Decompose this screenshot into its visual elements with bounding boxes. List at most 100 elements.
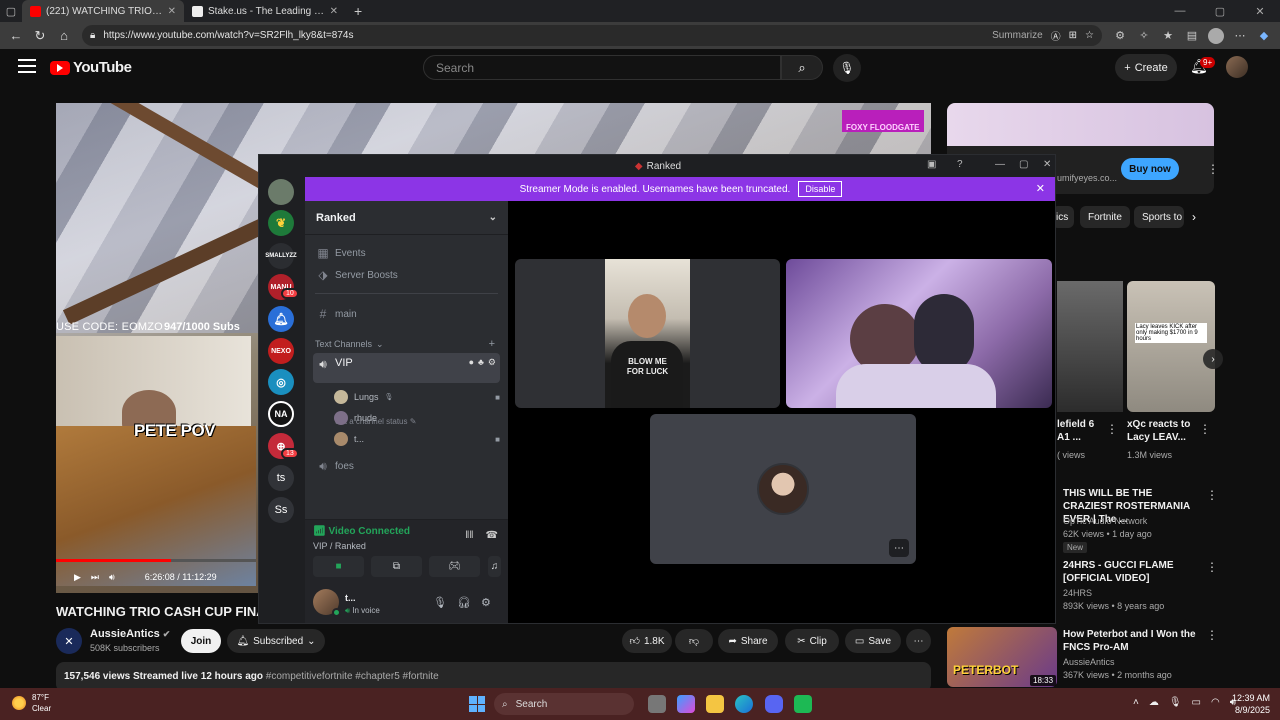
read-aloud-icon[interactable]: Ⓐ [1051,28,1061,43]
guild-header[interactable]: Ranked ⌄ [305,201,508,235]
play-icon[interactable]: ▶ [74,572,81,583]
tile-more-icon[interactable]: ⋯ [889,539,909,557]
cloud-icon[interactable]: ☁ [1149,697,1159,708]
url-field[interactable]: 🔒︎ https://www.youtube.com/watch?v=SR2Fl… [82,25,1102,46]
video-progress-bar[interactable] [56,559,256,562]
save-button[interactable]: ▭ Save [845,629,901,653]
voice-member[interactable]: t... ■ [334,430,500,448]
ad-banner-image[interactable] [947,103,1214,146]
file-explorer-icon[interactable] [706,695,724,713]
microphone-icon[interactable]: 🎙︎ [433,596,447,609]
settings-gear-icon[interactable]: ⚙ [488,357,496,368]
chat-icon[interactable]: ● [469,357,474,368]
noise-suppression-icon[interactable]: ‖‖ [465,530,473,541]
close-banner-icon[interactable]: ✕ [1036,182,1045,195]
server-icon[interactable]: Ss [268,497,294,523]
inbox-icon[interactable]: ▣ [927,159,936,170]
filter-chip[interactable]: Fortnite [1080,206,1130,228]
related-more-icon[interactable]: ⋮ [1206,628,1218,642]
related-title[interactable]: xQc reacts to Lacy LEAV... [1127,418,1197,444]
share-button[interactable]: ➦ Share [718,629,778,653]
youtube-logo[interactable]: YouTube [50,59,132,76]
like-button[interactable]: 👍︎ 1.8K [622,629,672,653]
extensions-icon[interactable]: ⚙ [1108,24,1132,48]
weather-widget[interactable]: 87°F Clear [12,692,51,714]
disable-button[interactable]: Disable [798,181,843,197]
volume-icon[interactable]: 🔊︎ [109,572,115,583]
filter-chip[interactable]: Sports to [1134,206,1184,228]
summarize-button[interactable]: Summarize [992,30,1043,41]
help-icon[interactable]: ? [957,159,963,170]
subscribed-button[interactable]: 🔔︎ Subscribed ⌄ [227,629,325,653]
search-input[interactable]: Search [423,55,781,80]
buy-now-button[interactable]: Buy now [1121,158,1179,180]
clip-button[interactable]: ✂ Clip [785,629,839,653]
hashtags[interactable]: #competitivefortnite #chapter5 #fortnite [266,671,439,682]
taskbar-search[interactable]: ⌕ Search [494,693,634,715]
video-tile[interactable]: BLOW ME FOR LUCK [515,259,780,408]
minimize-icon[interactable]: — [995,159,1005,170]
next-icon[interactable]: ⏭ [91,572,99,583]
close-tab-icon[interactable]: ✕ [330,6,338,17]
extension-puzzle-icon[interactable]: ✧ [1132,24,1156,48]
server-icon[interactable]: NA [268,401,294,427]
tab-actions-icon[interactable]: ▢ [0,0,22,22]
channel-server-boosts[interactable]: ⬗ Server Boosts [313,265,500,285]
voice-member[interactable]: rhude [334,409,500,427]
new-tab-icon[interactable]: + [346,3,370,19]
close-tab-icon[interactable]: ✕ [168,6,176,17]
server-icon[interactable]: NEXO [268,338,294,364]
apps-icon[interactable]: ⊞ [1069,30,1077,41]
channel-avatar[interactable]: ✕ [56,628,82,654]
user-name[interactable]: t... [345,593,356,603]
refresh-icon[interactable]: ↻ [28,24,52,48]
favorites-icon[interactable]: ★ [1156,24,1180,48]
channel-events[interactable]: ▦ Events [313,243,500,263]
invite-icon[interactable]: ♣ [478,357,484,368]
back-icon[interactable]: ← [4,24,28,48]
more-actions-button[interactable]: ⋯ [906,629,931,653]
server-icon[interactable]: ts [268,465,294,491]
related-more-icon[interactable]: ⋮ [1199,422,1211,436]
close-window-icon[interactable]: ✕ [1240,5,1280,18]
collections-icon[interactable]: ▤ [1180,24,1204,48]
category-text-channels[interactable]: Text Channels ⌄ + [315,338,495,350]
carousel-next-icon[interactable]: › [1203,349,1223,369]
related-more-icon[interactable]: ⋮ [1206,488,1218,502]
task-view-icon[interactable] [648,695,666,713]
add-channel-icon[interactable]: + [489,338,495,350]
discord-app-icon[interactable] [765,695,783,713]
server-icon[interactable]: ❦ [268,210,294,236]
server-icon[interactable]: 🔔︎ [268,306,294,332]
app-icon[interactable] [794,695,812,713]
join-button[interactable]: Join [181,629,221,653]
microphone-icon[interactable]: 🎙︎ [1169,697,1182,708]
related-thumbnail[interactable]: Lacy leaves KICK after only making $1700… [1127,281,1215,412]
channel-name[interactable]: AussieAntics ✔ [90,628,170,640]
display-icon[interactable]: ▭ [1192,697,1201,708]
related-more-icon[interactable]: ⋮ [1106,422,1118,436]
hamburger-menu-icon[interactable] [18,59,36,73]
camera-button[interactable]: ■ [313,556,364,577]
video-tile[interactable] [786,259,1052,408]
windows-start-icon[interactable] [469,696,485,712]
activity-button[interactable]: 🎮︎ [429,556,480,577]
taskbar-clock[interactable]: 12:39 AM 8/9/2025 [1232,692,1270,716]
voice-channel-foes[interactable]: 🔊︎ foes [313,456,500,476]
home-icon[interactable]: ⌂ [52,24,76,48]
video-tile[interactable]: ⋯ [650,414,916,564]
copilot-app-icon[interactable] [677,695,695,713]
close-window-icon[interactable]: ✕ [1043,159,1051,170]
tab-stake[interactable]: Stake.us - The Leading Social Ca ✕ [184,0,346,22]
related-thumbnail[interactable] [1057,281,1123,412]
soundboard-button[interactable]: ♫ [488,556,501,577]
dislike-button[interactable]: 👎︎ [675,629,713,653]
create-button[interactable]: + Create [1115,54,1177,81]
channel-main[interactable]: # main [313,304,500,324]
favorite-star-icon[interactable]: ☆ [1085,30,1094,41]
search-icon[interactable]: ⌕ [781,55,823,80]
server-icon[interactable]: SMALLYZZ [265,243,297,269]
account-avatar[interactable] [1226,56,1248,78]
microphone-icon[interactable]: 🎙︎ [833,54,861,82]
copilot-icon[interactable]: ◆ [1252,24,1276,48]
